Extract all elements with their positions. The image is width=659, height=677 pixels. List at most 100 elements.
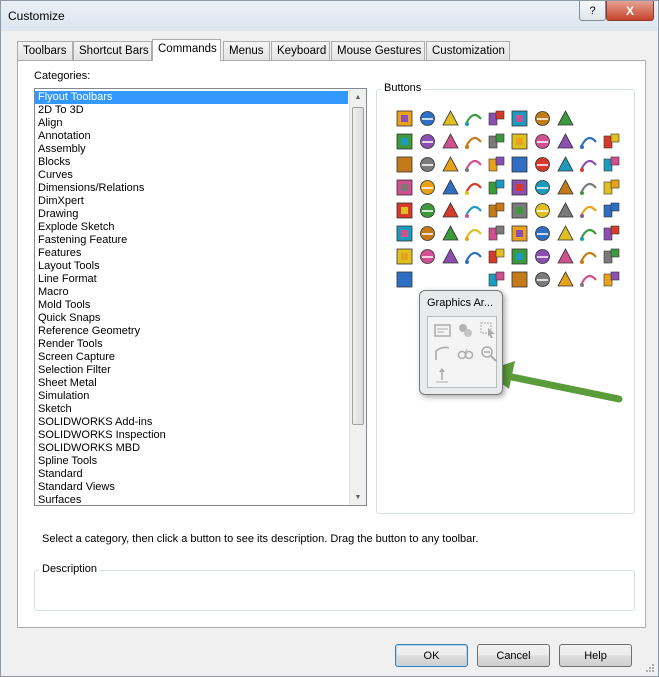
sheet-metal-icon[interactable]: [487, 155, 506, 174]
assembly-tree-icon[interactable]: [602, 224, 621, 243]
line-icon[interactable]: [418, 201, 437, 220]
heat-icon[interactable]: [464, 247, 483, 266]
appearance-icon[interactable]: [579, 132, 598, 151]
mold-icon[interactable]: [510, 132, 529, 151]
category-item[interactable]: SOLIDWORKS MBD: [35, 442, 366, 455]
scroll-down-icon[interactable]: ▼: [350, 489, 366, 505]
parts-icon[interactable]: [457, 322, 474, 339]
zoom-out-icon[interactable]: [480, 345, 497, 362]
isometric-icon[interactable]: [556, 155, 575, 174]
tab-toolbars[interactable]: Toolbars: [17, 41, 73, 60]
cursor-select-icon[interactable]: [480, 322, 497, 339]
dimension-icon[interactable]: [418, 109, 437, 128]
spline-icon[interactable]: [487, 109, 506, 128]
thermo-icon[interactable]: [487, 247, 506, 266]
resize-grip-icon[interactable]: [645, 663, 655, 673]
block-icon[interactable]: [556, 224, 575, 243]
polygon-icon[interactable]: [602, 201, 621, 220]
categories-list[interactable]: Flyout Toolbars 2D To 3D Align Annotation As…: [34, 88, 367, 506]
category-item[interactable]: Assembly: [35, 143, 366, 156]
view-icon[interactable]: [533, 155, 552, 174]
category-item[interactable]: SOLIDWORKS Add-ins: [35, 416, 366, 429]
category-item[interactable]: Screen Capture: [35, 351, 366, 364]
category-item[interactable]: Layout Tools: [35, 260, 366, 273]
insert-icon[interactable]: [395, 247, 414, 266]
view-frame-icon[interactable]: [434, 322, 451, 339]
note-icon[interactable]: [510, 155, 529, 174]
tab-mouse-gestures[interactable]: Mouse Gestures: [331, 41, 425, 60]
list-icon[interactable]: [602, 178, 621, 197]
zoom-icon[interactable]: [395, 270, 414, 289]
new-document-icon[interactable]: [510, 178, 529, 197]
screw-icon[interactable]: [487, 178, 506, 197]
palette-icon[interactable]: [602, 132, 621, 151]
record-icon[interactable]: [579, 247, 598, 266]
tag-icon[interactable]: [487, 224, 506, 243]
move-icon[interactable]: [464, 178, 483, 197]
magic-wand-icon[interactable]: [556, 132, 575, 151]
graphics-area-flyout[interactable]: Graphics Ar...: [419, 290, 503, 395]
chart-icon[interactable]: [510, 270, 529, 289]
table-icon[interactable]: [602, 155, 621, 174]
category-item[interactable]: Simulation: [35, 390, 366, 403]
list-view-icon[interactable]: [510, 247, 529, 266]
tab-keyboard[interactable]: Keyboard: [271, 41, 330, 60]
category-item[interactable]: Reference Geometry: [35, 325, 366, 338]
category-item[interactable]: Spline Tools: [35, 455, 366, 468]
print-icon[interactable]: [579, 178, 598, 197]
category-item[interactable]: Standard Views: [35, 481, 366, 494]
ellipse-icon[interactable]: [533, 201, 552, 220]
category-item[interactable]: Sketch: [35, 403, 366, 416]
rotate-icon[interactable]: [441, 247, 460, 266]
toolbox-icon[interactable]: [556, 109, 575, 128]
spline-curve-icon[interactable]: [556, 201, 575, 220]
cancel-button[interactable]: Cancel: [477, 644, 550, 667]
plot-icon[interactable]: [579, 270, 598, 289]
category-item[interactable]: Standard: [35, 468, 366, 481]
simulation-icon[interactable]: [418, 178, 437, 197]
ok-button[interactable]: OK: [395, 644, 468, 667]
curve-icon[interactable]: [434, 345, 451, 362]
help-title-button[interactable]: ?: [579, 1, 606, 21]
mesh-icon[interactable]: [533, 270, 552, 289]
category-item[interactable]: Render Tools: [35, 338, 366, 351]
smart-dimension-icon[interactable]: [510, 109, 529, 128]
text-icon[interactable]: [441, 109, 460, 128]
origin-icon[interactable]: [533, 109, 552, 128]
render-icon[interactable]: [441, 155, 460, 174]
category-item[interactable]: Fastening Feature: [35, 234, 366, 247]
slot-icon[interactable]: [464, 201, 483, 220]
category-item[interactable]: Drawing: [35, 208, 366, 221]
drawing-sheet-icon[interactable]: [602, 247, 621, 266]
axis-icon[interactable]: [434, 367, 451, 384]
glasses-icon[interactable]: [457, 345, 474, 362]
category-item[interactable]: Macro: [35, 286, 366, 299]
category-item[interactable]: Flyout Toolbars: [35, 91, 348, 104]
pattern-icon[interactable]: [533, 224, 552, 243]
waveform-icon[interactable]: [556, 247, 575, 266]
target-icon[interactable]: [533, 132, 552, 151]
category-item[interactable]: Sheet Metal: [35, 377, 366, 390]
tab-menus[interactable]: Menus: [223, 41, 270, 60]
category-item[interactable]: Annotation: [35, 130, 366, 143]
split-icon[interactable]: [510, 224, 529, 243]
mirror-icon[interactable]: [395, 224, 414, 243]
tab-commands[interactable]: Commands: [152, 39, 221, 61]
category-item[interactable]: Surfaces: [35, 494, 366, 505]
category-item[interactable]: Dimensions/Relations: [35, 182, 366, 195]
pencil-icon[interactable]: [579, 155, 598, 174]
tab-customization[interactable]: Customization: [426, 41, 510, 60]
rectangle-icon[interactable]: [441, 201, 460, 220]
camera-icon[interactable]: [418, 155, 437, 174]
category-item[interactable]: DimXpert: [35, 195, 366, 208]
sigma-icon[interactable]: [395, 178, 414, 197]
category-item[interactable]: SOLIDWORKS Inspection: [35, 429, 366, 442]
category-item[interactable]: Selection Filter: [35, 364, 366, 377]
close-button[interactable]: X: [606, 1, 654, 21]
circle-icon[interactable]: [487, 201, 506, 220]
globe-icon[interactable]: [441, 178, 460, 197]
weld-bead-icon[interactable]: [579, 224, 598, 243]
category-item[interactable]: Curves: [35, 169, 366, 182]
fillet-icon[interactable]: [579, 201, 598, 220]
category-item[interactable]: Quick Snaps: [35, 312, 366, 325]
